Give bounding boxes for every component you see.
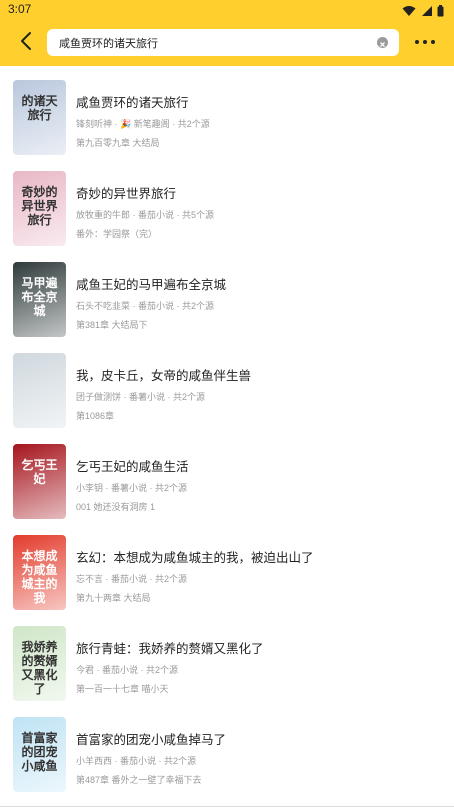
search-input[interactable]: 咸鱼贾环的诸天旅行 <box>59 35 158 51</box>
latest-chapter: 第九十两章 大结局 <box>76 593 151 603</box>
list-item[interactable]: 乞丐王妃 乞丐王妃的咸鱼生活小李钥 · 番薯小说 · 共2个源 001 她还没有洞房… <box>0 430 454 521</box>
book-meta: 放牧重的牛郎 · 番茄小说 · 共5个源 <box>76 210 215 220</box>
book-cover: 马甲遍布全京城 <box>13 262 66 337</box>
book-title: 咸鱼王妃的马甲遍布全京城 <box>76 278 227 292</box>
book-cover: 首富家的团宠小咸鱼 <box>13 717 66 792</box>
wifi-icon <box>402 5 416 16</box>
book-cover: 的诸天旅行 <box>13 80 66 155</box>
book-title: 首富家的团宠小咸鱼掉马了 <box>76 733 227 747</box>
more-options-icon[interactable] <box>414 36 436 48</box>
book-meta: 忘不言 · 番茄小说 · 共2个源 <box>76 574 188 584</box>
signal-icon <box>421 5 432 16</box>
status-time: 3:07 <box>8 2 32 16</box>
latest-chapter: 第一百一十七章 喵小天 <box>76 684 169 694</box>
book-meta: 石头不吃韭菜 · 番茄小说 · 共2个源 <box>76 301 215 311</box>
cover-title: 奇妙的异世界旅行 <box>21 185 58 227</box>
book-meta: 团子做测饼 · 番薯小说 · 共2个源 <box>76 392 206 402</box>
book-title: 我，皮卡丘，女帝的咸鱼伴生兽 <box>76 369 252 383</box>
battery-icon <box>437 4 444 17</box>
latest-chapter: 第381章 大结局下 <box>76 320 148 330</box>
search-bar[interactable]: 咸鱼贾环的诸天旅行 <box>47 29 399 56</box>
book-cover: 乞丐王妃 <box>13 444 66 519</box>
latest-chapter: 第1086章 <box>76 411 115 421</box>
list-item[interactable]: 本想成为咸鱼城主的我 玄幻：本想成为咸鱼城主的我，被迫出山了忘不言 · 番茄小说 … <box>0 521 454 612</box>
back-arrow-icon[interactable] <box>16 30 38 52</box>
list-item[interactable]: 我，皮卡丘，女帝的咸鱼伴生兽团子做测饼 · 番薯小说 · 共2个源 第1086章 <box>0 339 454 430</box>
latest-chapter: 第九百零九章 大结局 <box>76 138 160 148</box>
book-cover: 我娇养的赘婿又黑化了 <box>13 626 66 701</box>
book-title: 旅行青蛙：我娇养的赘婿又黑化了 <box>76 642 264 656</box>
book-title: 乞丐王妃的咸鱼生活 <box>76 460 189 474</box>
cover-title: 本想成为咸鱼城主的我 <box>21 549 58 605</box>
cover-title: 马甲遍布全京城 <box>21 276 58 318</box>
status-bar: 3:07 <box>0 0 454 18</box>
book-meta: 小李钥 · 番薯小说 · 共2个源 <box>76 483 188 493</box>
list-item[interactable]: 奇妙的异世界旅行 奇妙的异世界旅行放牧重的牛郎 · 番茄小说 · 共5个源 番外：学… <box>0 157 454 248</box>
latest-chapter: 第487章 番外之一壁了幸福下去 <box>76 775 202 785</box>
cover-title: 的诸天旅行 <box>21 94 58 122</box>
cover-title: 首富家的团宠小咸鱼 <box>21 731 58 773</box>
app-header: 3:07 咸鱼贾环的诸天旅行 <box>0 0 454 66</box>
book-title: 玄幻：本想成为咸鱼城主的我，被迫出山了 <box>76 551 314 565</box>
clear-search-icon[interactable] <box>377 37 388 48</box>
status-icons <box>402 2 444 20</box>
book-cover: 奇妙的异世界旅行 <box>13 171 66 246</box>
book-meta: 今君 · 番茄小说 · 共2个源 <box>76 665 179 675</box>
list-item[interactable]: 马甲遍布全京城 咸鱼王妃的马甲遍布全京城石头不吃韭菜 · 番茄小说 · 共2个源第… <box>0 248 454 339</box>
book-meta: 小羊西西 · 番茄小说 · 共2个源 <box>76 756 197 766</box>
book-meta: 锋刻听神 · 🎉 新笔趣阁 · 共2个源 <box>76 119 210 129</box>
list-item[interactable]: 首富家的团宠小咸鱼 首富家的团宠小咸鱼掉马了小羊西西 · 番茄小说 · 共2个源第… <box>0 703 454 794</box>
latest-chapter: 001 她还没有洞房 1 <box>76 502 156 512</box>
latest-chapter: 番外：学园祭（完） <box>76 229 158 239</box>
book-cover: 本想成为咸鱼城主的我 <box>13 535 66 610</box>
book-title: 奇妙的异世界旅行 <box>76 187 177 201</box>
book-cover <box>13 353 66 428</box>
cover-title: 我娇养的赘婿又黑化了 <box>21 640 58 696</box>
list-item[interactable]: 我娇养的赘婿又黑化了 旅行青蛙：我娇养的赘婿又黑化了今君 · 番茄小说 · 共2个… <box>0 612 454 703</box>
list-item[interactable]: 的诸天旅行 咸鱼贾环的诸天旅行锋刻听神 · 🎉 新笔趣阁 · 共2个源 第九百零九章… <box>0 66 454 157</box>
book-title: 咸鱼贾环的诸天旅行 <box>76 96 189 110</box>
cover-title: 乞丐王妃 <box>21 458 58 486</box>
